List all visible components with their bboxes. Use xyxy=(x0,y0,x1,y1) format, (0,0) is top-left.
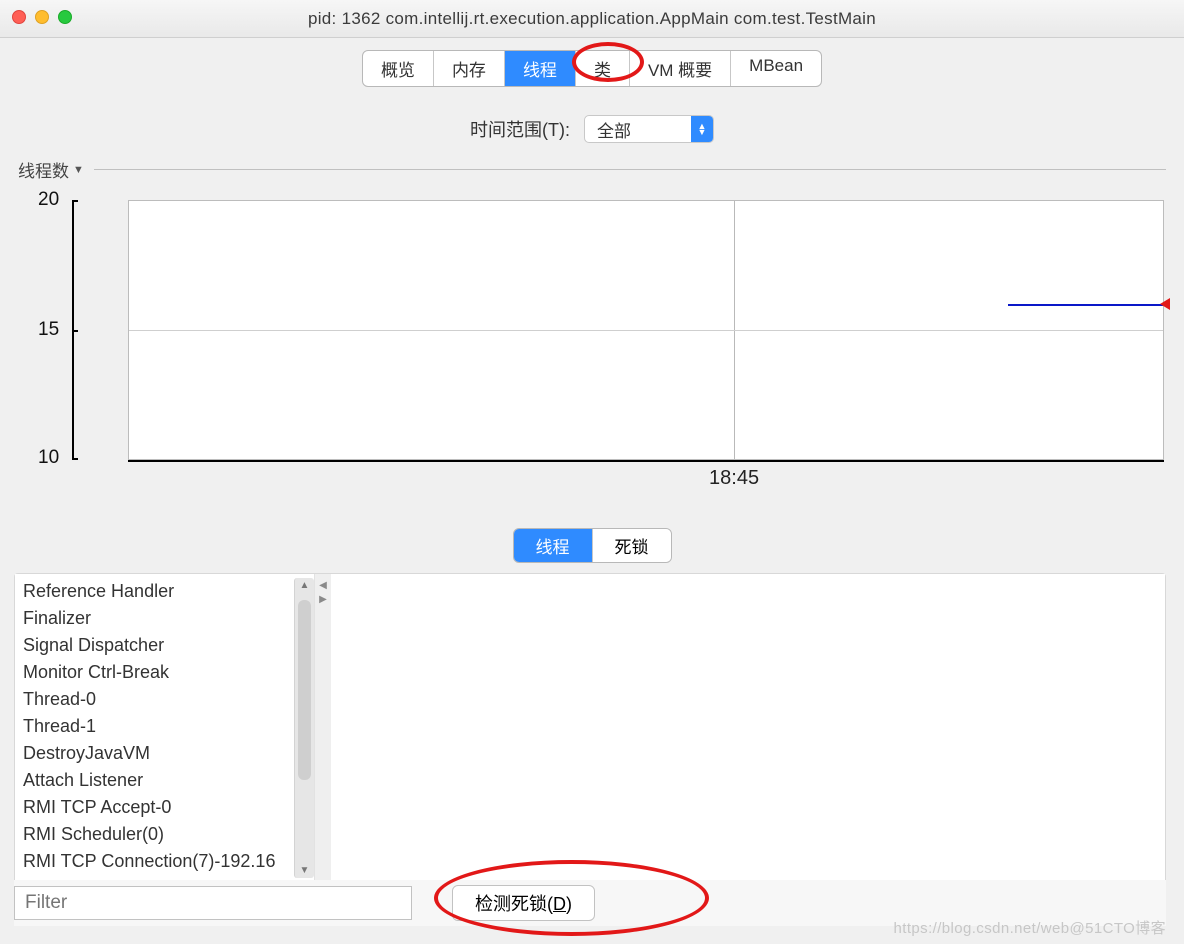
current-value-marker-icon xyxy=(1160,298,1170,310)
detect-deadlock-label: 检测死锁( xyxy=(475,894,553,914)
segment-threads[interactable]: 线程 xyxy=(514,529,592,562)
filter-input[interactable] xyxy=(14,886,412,920)
chart-title: 线程数 xyxy=(18,157,69,182)
tab-classes[interactable]: 类 xyxy=(576,51,630,86)
list-item[interactable]: DestroyJavaVM xyxy=(23,740,306,767)
main-tabs: 概览 内存 线程 类 VM 概要 MBean xyxy=(362,50,822,87)
splitter-arrow-left-icon: ◀ xyxy=(319,580,327,591)
window-controls xyxy=(12,10,72,24)
splitter[interactable]: ◀ ▶ xyxy=(315,574,331,902)
threads-panel: Reference Handler Finalizer Signal Dispa… xyxy=(14,573,1166,903)
chart-group-header: 线程数 ▼ xyxy=(18,157,1166,182)
zoom-icon[interactable] xyxy=(58,10,72,24)
list-item[interactable]: Thread-0 xyxy=(23,686,306,713)
detect-deadlock-suffix: ) xyxy=(566,894,572,914)
time-range-select[interactable]: 全部 xyxy=(584,115,714,143)
x-axis xyxy=(128,460,1164,462)
list-item[interactable]: Reference Handler xyxy=(23,578,306,605)
list-item[interactable]: Attach Listener xyxy=(23,767,306,794)
list-item[interactable]: Signal Dispatcher xyxy=(23,632,306,659)
minimize-icon[interactable] xyxy=(35,10,49,24)
tab-memory[interactable]: 内存 xyxy=(434,51,505,86)
y-tick-20: 20 xyxy=(38,189,59,211)
time-range-value: 全部 xyxy=(585,117,691,142)
detect-deadlock-mnemonic: D xyxy=(553,894,566,914)
y-tick-10: 10 xyxy=(38,447,59,469)
titlebar: pid: 1362 com.intellij.rt.execution.appl… xyxy=(0,0,1184,38)
gridline-horizontal xyxy=(129,330,1163,331)
y-tick-15: 15 xyxy=(38,319,59,341)
tab-threads[interactable]: 线程 xyxy=(505,51,576,86)
scroll-up-icon[interactable]: ▲ xyxy=(295,580,314,591)
list-item[interactable]: RMI TCP Connection(7)-192.16 xyxy=(23,848,306,875)
list-item[interactable]: Finalizer xyxy=(23,605,306,632)
list-item[interactable]: RMI Scheduler(0) xyxy=(23,821,306,848)
thread-detail-pane xyxy=(331,574,1165,902)
time-range-label: 时间范围(T): xyxy=(470,116,570,142)
thread-list[interactable]: Reference Handler Finalizer Signal Dispa… xyxy=(15,574,315,902)
tab-overview[interactable]: 概览 xyxy=(363,51,434,86)
vertical-scrollbar[interactable]: ▲ ▼ xyxy=(294,578,314,878)
splitter-arrow-right-icon: ▶ xyxy=(319,594,327,605)
window-title: pid: 1362 com.intellij.rt.execution.appl… xyxy=(308,9,876,29)
x-tick-1845: 18:45 xyxy=(709,467,759,490)
scroll-thumb[interactable] xyxy=(298,600,311,780)
chart-series-line xyxy=(1008,304,1163,306)
close-icon[interactable] xyxy=(12,10,26,24)
segment-deadlock[interactable]: 死锁 xyxy=(592,529,671,562)
thread-count-chart: 20 15 10 18:45 xyxy=(18,190,1166,500)
divider xyxy=(94,169,1166,170)
plot-area xyxy=(128,200,1164,460)
list-item[interactable]: RMI TCP Accept-0 xyxy=(23,794,306,821)
list-item[interactable]: Monitor Ctrl-Break xyxy=(23,659,306,686)
list-item[interactable]: Thread-1 xyxy=(23,713,306,740)
chevron-updown-icon[interactable] xyxy=(691,116,713,142)
scroll-down-icon[interactable]: ▼ xyxy=(295,865,314,876)
tab-mbean[interactable]: MBean xyxy=(731,51,821,86)
chevron-down-icon[interactable]: ▼ xyxy=(73,164,84,176)
tab-vmsummary[interactable]: VM 概要 xyxy=(630,51,731,86)
detect-deadlock-button[interactable]: 检测死锁(D) xyxy=(452,885,595,921)
threads-deadlock-segment: 线程 死锁 xyxy=(513,528,672,563)
